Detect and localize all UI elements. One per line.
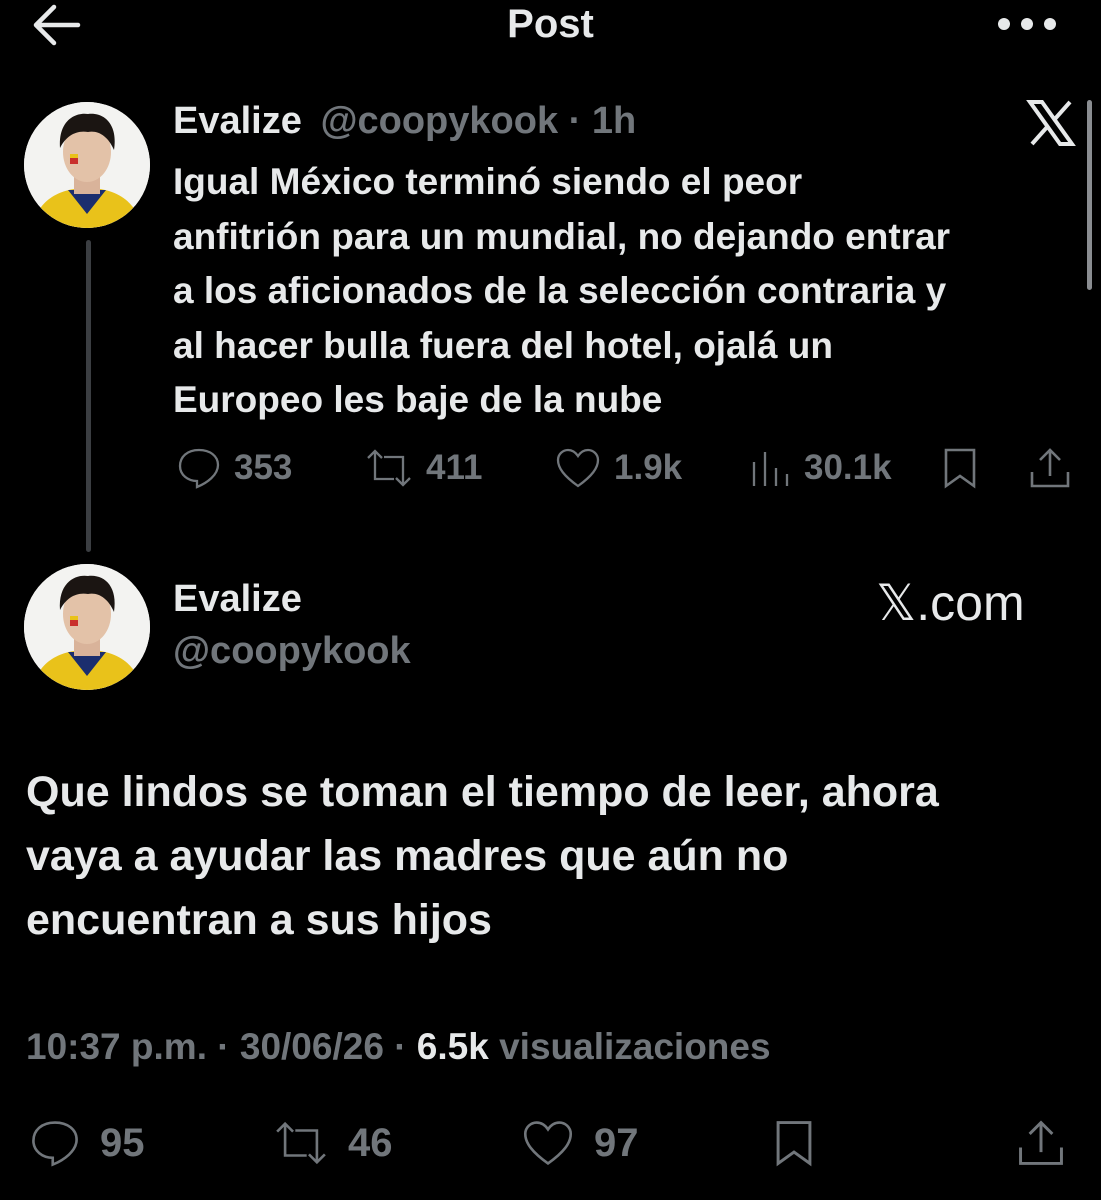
like-count: 97 <box>594 1120 639 1165</box>
post-header: Evalize @coopykook · 1h <box>173 100 636 143</box>
author-handle[interactable]: @coopykook <box>173 630 411 673</box>
bookmark-button[interactable] <box>942 446 978 490</box>
avatar[interactable] <box>24 564 150 690</box>
author-handle[interactable]: @coopykook <box>320 100 558 142</box>
share-icon <box>1030 448 1070 488</box>
post-text: Igual México terminó siendo el peor anfi… <box>173 161 951 420</box>
like-button[interactable]: 1.9k <box>554 446 682 490</box>
repost-icon <box>367 449 411 487</box>
repost-icon <box>276 1121 326 1165</box>
more-options-icon[interactable] <box>996 12 1058 36</box>
analytics-bars-icon <box>752 452 789 486</box>
avatar[interactable] <box>24 102 150 228</box>
x-logo-icon <box>1026 98 1076 148</box>
share-button[interactable] <box>1028 446 1072 490</box>
post-time[interactable]: 1h <box>592 100 636 142</box>
post-text: Que lindos se toman el tiempo de leer, a… <box>26 768 939 944</box>
repost-button[interactable]: 46 <box>272 1118 393 1168</box>
brand-watermark: 𝕏.com <box>876 575 1025 631</box>
views-button[interactable]: 30.1k <box>748 446 892 490</box>
bookmark-icon <box>776 1121 812 1167</box>
repost-count: 411 <box>426 448 483 487</box>
reply-button[interactable]: 353 <box>176 446 292 490</box>
reply-button[interactable]: 95 <box>28 1118 145 1168</box>
post-date[interactable]: 30/06/26 <box>240 1026 384 1067</box>
thread-connector-line <box>86 240 91 552</box>
author-name[interactable]: Evalize <box>173 100 302 142</box>
separator-dot: · <box>394 1026 407 1067</box>
share-button[interactable] <box>1016 1118 1066 1168</box>
heart-icon <box>556 448 600 488</box>
heart-icon <box>523 1121 573 1166</box>
views-count: 6.5k <box>416 1026 489 1067</box>
post-meta: 10:37 p.m. · 30/06/26 · 6.5k visualizaci… <box>26 1026 771 1068</box>
bookmark-button[interactable] <box>772 1118 816 1168</box>
separator-dot: · <box>568 100 582 142</box>
comment-bubble-icon <box>178 448 220 489</box>
comment-bubble-icon <box>32 1121 78 1167</box>
reply-count: 95 <box>100 1120 145 1165</box>
like-count: 1.9k <box>614 448 683 487</box>
page-title: Post <box>507 2 594 46</box>
scrollbar[interactable] <box>1087 100 1092 290</box>
repost-button[interactable]: 411 <box>364 446 482 490</box>
post-time[interactable]: 10:37 p.m. <box>26 1026 207 1067</box>
bookmark-icon <box>944 448 976 489</box>
like-button[interactable]: 97 <box>520 1118 639 1168</box>
author-name[interactable]: Evalize <box>173 578 302 621</box>
share-icon <box>1019 1120 1063 1165</box>
views-label: visualizaciones <box>499 1026 771 1067</box>
separator-dot: · <box>217 1026 230 1067</box>
reply-count: 353 <box>234 448 293 487</box>
repost-count: 46 <box>348 1120 393 1165</box>
views-count: 30.1k <box>804 448 892 487</box>
